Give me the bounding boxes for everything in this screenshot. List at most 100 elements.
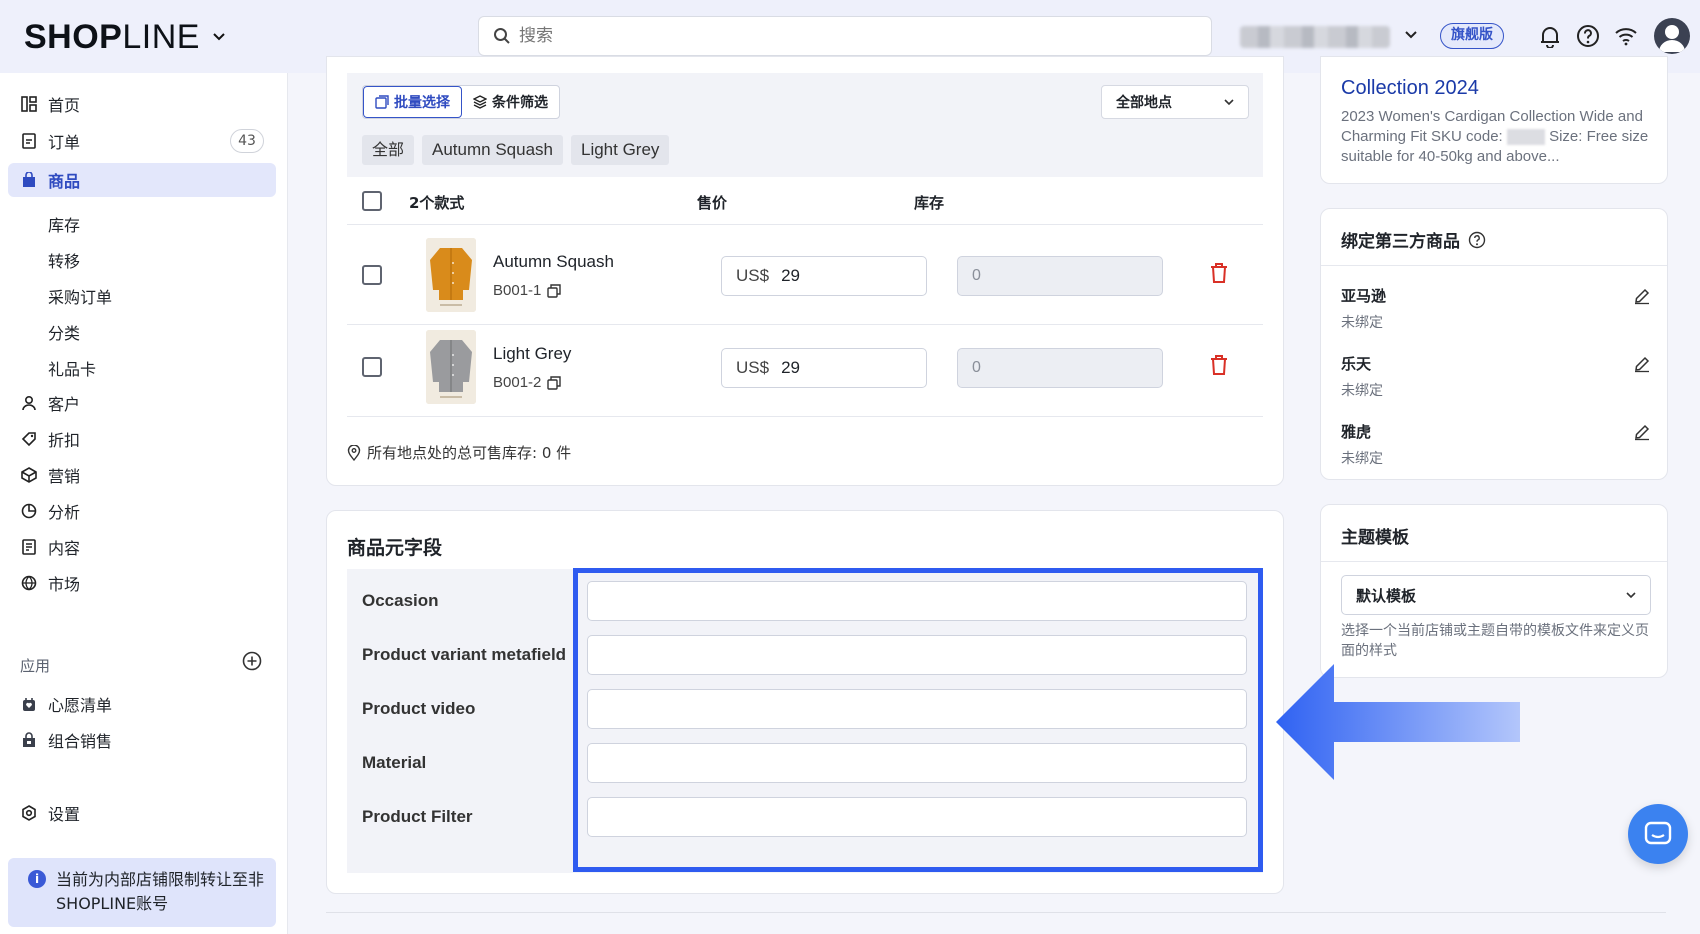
sidebar-subitem-purchase-orders[interactable]: 采购订单 (48, 284, 112, 308)
variant-sku: B001-2 (493, 374, 562, 391)
wifi-icon[interactable] (1612, 22, 1640, 50)
copy-icon[interactable] (547, 375, 562, 390)
sidebar-item-orders[interactable]: 订单 43 (8, 124, 276, 158)
sidebar-item-wishlist[interactable]: 心愿清单 (8, 687, 276, 721)
third-party-title: 绑定第三方商品 (1341, 227, 1486, 252)
metafield-input-video[interactable] (587, 689, 1247, 729)
sidebar-item-label: 设置 (48, 805, 81, 824)
third-party-binding-card: 绑定第三方商品 亚马逊 未绑定 乐天 未绑定 雅虎 未绑定 (1320, 208, 1668, 480)
stock-input: 0 (957, 348, 1163, 388)
metafield-label-occasion: Occasion (362, 591, 439, 610)
metafields-card: 商品元字段 Occasion Product variant metafield… (326, 510, 1284, 894)
location-select[interactable]: 全部地点 (1101, 85, 1249, 119)
bundle-icon (20, 731, 38, 749)
store-name-blurred[interactable] (1240, 26, 1390, 48)
redacted-sku (1506, 129, 1545, 146)
bell-icon[interactable] (1536, 22, 1564, 50)
total-stock-text: 所有地点处的总可售库存: 0 件 (367, 444, 572, 462)
shopline-logo[interactable]: SHOP LINE (24, 18, 226, 57)
chat-support-button[interactable] (1628, 804, 1688, 864)
content-icon (20, 538, 38, 556)
sidebar-item-products[interactable]: 商品 (8, 163, 276, 197)
theme-select-value: 默认模板 (1356, 586, 1417, 605)
variant-metafield-field[interactable] (588, 636, 1246, 674)
sidebar-item-market[interactable]: 市场 (8, 566, 276, 600)
seo-preview-card: Collection 2024 2023 Women's Cardigan Co… (1320, 56, 1668, 184)
binding-platform-name: 亚马逊 (1341, 287, 1387, 305)
edit-icon[interactable] (1633, 423, 1651, 445)
plan-badge: 旗舰版 (1440, 23, 1504, 49)
search-input[interactable] (519, 26, 1119, 46)
metafield-input-material[interactable] (587, 743, 1247, 783)
help-icon[interactable] (1574, 22, 1602, 50)
theme-title-text: 主题模板 (1341, 528, 1409, 548)
chip-autumn-squash[interactable]: Autumn Squash (422, 135, 563, 165)
divider (326, 912, 1666, 913)
price-input[interactable]: US$ 29 (721, 348, 927, 388)
sidebar-item-home[interactable]: 首页 (8, 87, 276, 121)
search-bar[interactable] (478, 16, 1212, 56)
sidebar-subitem-transfers[interactable]: 转移 (48, 248, 80, 272)
sidebar-item-bundle[interactable]: 组合销售 (8, 723, 276, 757)
sidebar-item-marketing[interactable]: 营销 (8, 458, 276, 492)
binding-platform-name: 雅虎 (1341, 423, 1372, 441)
delete-variant-icon[interactable] (1209, 262, 1229, 289)
chip-all[interactable]: 全部 (362, 135, 415, 165)
price-input[interactable]: US$ 29 (721, 256, 927, 296)
table-row: Light Grey B001-2 US$ 29 0 (347, 318, 1263, 417)
user-avatar[interactable] (1654, 18, 1690, 54)
metafield-input-filter[interactable] (587, 797, 1247, 837)
binding-status: 未绑定 (1341, 315, 1383, 331)
location-pin-icon (347, 444, 361, 461)
condition-filter-label: 条件筛选 (492, 95, 548, 111)
gear-icon (20, 804, 38, 822)
price-value: 29 (781, 266, 800, 285)
chevron-down-icon[interactable] (212, 29, 226, 47)
product-filter-field[interactable] (588, 798, 1246, 836)
sidebar-subitem-categories[interactable]: 分类 (48, 320, 80, 344)
edit-icon[interactable] (1633, 355, 1651, 377)
store-restriction-notice: i 当前为内部店铺限制转让至非SHOPLINE账号 (8, 858, 276, 927)
variant-thumbnail (426, 238, 476, 312)
divider (1321, 265, 1667, 266)
sidebar-item-analytics[interactable]: 分析 (8, 494, 276, 528)
sidebar-item-label: 心愿清单 (48, 696, 113, 715)
row-checkbox[interactable] (362, 357, 382, 377)
sidebar-subitem-inventory[interactable]: 库存 (48, 212, 80, 236)
bulk-select-button[interactable]: 批量选择 (363, 86, 462, 118)
metafield-input-variant[interactable] (587, 635, 1247, 675)
material-field[interactable] (588, 744, 1246, 782)
sidebar-subitem-gift-cards[interactable]: 礼品卡 (48, 356, 96, 380)
copy-icon[interactable] (547, 283, 562, 298)
sidebar-item-settings[interactable]: 设置 (8, 796, 276, 830)
theme-template-select[interactable]: 默认模板 (1341, 575, 1651, 615)
store-chevron-down-icon[interactable] (1404, 24, 1418, 45)
occasion-field[interactable] (588, 582, 1246, 620)
edit-icon[interactable] (1633, 287, 1651, 309)
select-all-checkbox[interactable] (362, 191, 382, 211)
chip-light-grey[interactable]: Light Grey (570, 135, 670, 165)
selection-mode-toggle: 批量选择 条件筛选 (362, 85, 560, 119)
info-icon: i (28, 870, 46, 888)
variant-sku-value: B001-1 (493, 282, 542, 299)
theme-help-text: 选择一个当前店铺或主题自带的模板文件来定义页面的样式 (1341, 623, 1649, 659)
row-checkbox[interactable] (362, 265, 382, 285)
metafield-label-video: Product video (362, 699, 476, 718)
stock-header: 库存 (914, 194, 945, 212)
sidebar-item-content[interactable]: 内容 (8, 530, 276, 564)
product-video-field[interactable] (588, 690, 1246, 728)
delete-variant-icon[interactable] (1209, 354, 1229, 381)
variant-count-header: 2个款式 (409, 194, 465, 212)
help-icon[interactable] (1468, 231, 1486, 249)
metafields-table: Occasion Product variant metafield Produ… (347, 569, 1263, 873)
add-app-icon[interactable] (242, 651, 262, 676)
currency-prefix: US$ (736, 358, 770, 377)
sidebar-item-discounts[interactable]: 折扣 (8, 422, 276, 456)
market-icon (20, 574, 38, 592)
sidebar-item-label: 市场 (48, 575, 81, 594)
sidebar-item-customers[interactable]: 客户 (8, 386, 276, 420)
metafield-input-occasion[interactable] (587, 581, 1247, 621)
chat-icon (1644, 821, 1672, 845)
variant-chip-list: 全部 Autumn Squash Light Grey (362, 135, 670, 165)
condition-filter-button[interactable]: 条件筛选 (462, 86, 559, 118)
